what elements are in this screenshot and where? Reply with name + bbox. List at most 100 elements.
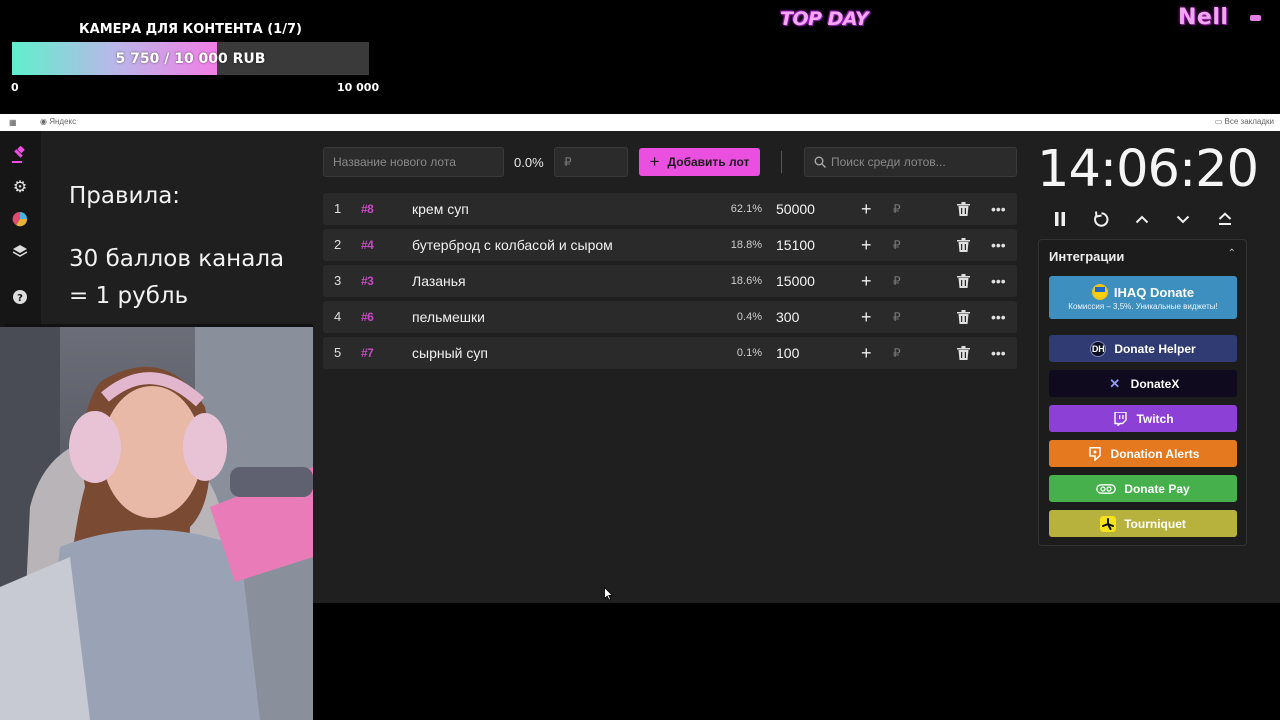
chevron-up-icon[interactable] xyxy=(1130,207,1154,231)
gear-icon[interactable]: ⚙ xyxy=(8,175,32,199)
lot-name[interactable]: сырный суп xyxy=(412,337,488,369)
more-options-icon[interactable]: ••• xyxy=(991,229,1006,261)
donation-alerts-label: Donation Alerts xyxy=(1110,446,1200,461)
donate-helper-icon: DH xyxy=(1090,340,1107,357)
lot-amount[interactable]: 15000 xyxy=(776,265,815,297)
lot-id: #6 xyxy=(361,310,374,324)
lot-amount[interactable]: 300 xyxy=(776,301,799,333)
reset-icon[interactable] xyxy=(1089,207,1113,231)
goal-progress-text: 5 750 / 10 000 RUB xyxy=(115,50,266,67)
toolbar-divider xyxy=(781,151,782,173)
goal-title: КАМЕРА ДЛЯ КОНТЕНТА (1/7) xyxy=(79,22,302,37)
add-amount-button[interactable]: + xyxy=(861,193,872,225)
auction-hammer-icon[interactable] xyxy=(8,143,32,167)
trash-icon[interactable] xyxy=(957,193,971,225)
donatex-button[interactable]: ✕ DonateX xyxy=(1049,370,1237,397)
channel-logo-mark xyxy=(1250,15,1261,21)
add-lot-label: Добавить лот xyxy=(667,155,750,169)
search-icon xyxy=(814,156,826,168)
lot-row: 1 #8 крем суп 62.1% 50000 + ₽ ••• xyxy=(323,193,1017,225)
trash-icon[interactable] xyxy=(957,337,971,369)
webcam-feed xyxy=(0,327,313,720)
lot-row: 5 #7 сырный суп 0.1% 100 + ₽ ••• xyxy=(323,337,1017,369)
bookmark-yandex[interactable]: ◉ Яндекс xyxy=(40,117,76,126)
lot-name[interactable]: крем суп xyxy=(412,193,469,225)
plus-icon: + xyxy=(649,152,660,171)
donate-helper-label: Donate Helper xyxy=(1114,341,1196,356)
trash-icon[interactable] xyxy=(957,265,971,297)
side-navigation: ⚙ ? xyxy=(0,131,41,331)
lot-amount[interactable]: 50000 xyxy=(776,193,815,225)
iahq-logo-icon xyxy=(1091,284,1108,300)
lot-id: #3 xyxy=(361,274,374,288)
twitch-icon xyxy=(1112,411,1128,427)
lot-row: 2 #4 бутерброд с колбасой и сыром 18.8% … xyxy=(323,229,1017,261)
goal-min-label: 0 xyxy=(11,81,19,94)
chevron-down-icon[interactable] xyxy=(1171,207,1195,231)
lot-name[interactable]: пельмешки xyxy=(412,301,485,333)
currency-icon: ₽ xyxy=(893,274,901,288)
pause-icon[interactable] xyxy=(1048,207,1072,231)
lot-amount[interactable]: 15100 xyxy=(776,229,815,261)
more-options-icon[interactable]: ••• xyxy=(991,301,1006,333)
tourniquet-icon xyxy=(1100,515,1117,532)
add-amount-button[interactable]: + xyxy=(861,229,872,261)
double-chevron-up-icon[interactable] xyxy=(1213,207,1237,231)
donate-pay-label: Donate Pay xyxy=(1124,481,1190,496)
donation-alerts-button[interactable]: Donation Alerts xyxy=(1049,440,1237,467)
new-lot-name-input[interactable] xyxy=(323,147,504,177)
more-options-icon[interactable]: ••• xyxy=(991,265,1006,297)
lot-number: 4 xyxy=(334,309,342,324)
rules-line: 30 баллов канала = 1 рубль xyxy=(69,246,285,309)
lot-number: 5 xyxy=(334,345,342,360)
lot-search[interactable] xyxy=(804,147,1017,177)
svg-text:?: ? xyxy=(17,293,23,304)
all-bookmarks[interactable]: ▭ Все закладки xyxy=(1215,117,1274,126)
currency-icon: ₽ xyxy=(893,346,901,360)
trash-icon[interactable] xyxy=(957,229,971,261)
top-day-logo: TOP DAY xyxy=(780,8,869,30)
currency-icon: ₽ xyxy=(893,238,901,252)
donatex-icon: ✕ xyxy=(1109,375,1121,391)
lot-name[interactable]: бутерброд с колбасой и сыром xyxy=(412,229,613,261)
layers-icon[interactable] xyxy=(8,239,32,263)
lot-amount[interactable]: 100 xyxy=(776,337,799,369)
search-input[interactable] xyxy=(831,148,1011,176)
goal-max-label: 10 000 xyxy=(337,81,380,94)
integrations-panel: Интеграции ⌃ IHAQ Donate Комиссия – 3,5%… xyxy=(1038,239,1247,546)
pie-chart-icon[interactable] xyxy=(8,207,32,231)
iahq-donate-button[interactable]: IHAQ Donate Комиссия – 3,5%. Уникальные … xyxy=(1049,276,1237,319)
more-options-icon[interactable]: ••• xyxy=(991,193,1006,225)
lot-percent: 18.8% xyxy=(730,239,762,251)
add-lot-button[interactable]: + Добавить лот xyxy=(639,148,760,176)
auction-timer: 14:06:20 xyxy=(1037,140,1259,199)
add-amount-button[interactable]: + xyxy=(861,301,872,333)
more-options-icon[interactable]: ••• xyxy=(991,337,1006,369)
new-lot-amount-input[interactable] xyxy=(554,147,628,177)
help-icon[interactable]: ? xyxy=(8,285,32,309)
currency-icon: ₽ xyxy=(893,310,901,324)
lot-id: #7 xyxy=(361,346,374,360)
streamer-video-image xyxy=(0,327,313,720)
add-amount-button[interactable]: + xyxy=(861,265,872,297)
collapse-chevron-icon[interactable]: ⌃ xyxy=(1228,248,1236,259)
lot-number: 1 xyxy=(334,201,342,216)
trash-icon[interactable] xyxy=(957,301,971,333)
rules-title: Правила: xyxy=(69,183,181,209)
twitch-label: Twitch xyxy=(1136,411,1174,426)
lot-name[interactable]: Лазанья xyxy=(412,265,466,297)
goal-progress-bar: 5 750 / 10 000 RUB xyxy=(12,42,369,75)
lot-percent: 0.4% xyxy=(736,311,762,323)
all-bookmarks-label: Все закладки xyxy=(1224,117,1274,126)
tourniquet-button[interactable]: Tourniquet xyxy=(1049,510,1237,537)
donate-pay-icon xyxy=(1096,481,1117,497)
donation-alerts-icon xyxy=(1087,446,1103,462)
apps-icon[interactable]: ▦ xyxy=(9,118,17,127)
twitch-button[interactable]: Twitch xyxy=(1049,405,1237,432)
lot-percent: 62.1% xyxy=(730,203,762,215)
rules-text: Правила: 30 баллов канала = 1 рубль xyxy=(69,178,309,315)
add-amount-button[interactable]: + xyxy=(861,337,872,369)
donate-pay-button[interactable]: Donate Pay xyxy=(1049,475,1237,502)
iahq-donate-subtitle: Комиссия – 3,5%. Уникальные виджеты! xyxy=(1068,302,1218,311)
donate-helper-button[interactable]: DH Donate Helper xyxy=(1049,335,1237,362)
